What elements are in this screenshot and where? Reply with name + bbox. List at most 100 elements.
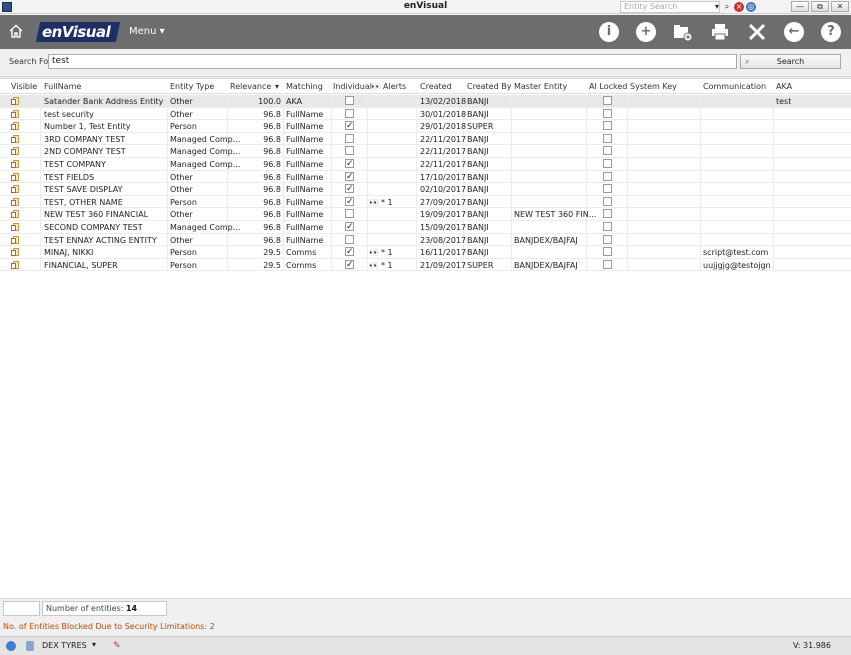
ai-locked-checkbox[interactable] bbox=[603, 159, 612, 168]
search-button[interactable]: ⌕ Search bbox=[740, 54, 841, 69]
col-system-key[interactable]: System Key bbox=[630, 82, 677, 91]
table-row[interactable]: Satander Bank Address Entity Other 100.0 AK… bbox=[0, 95, 851, 108]
entity-document-icon[interactable] bbox=[11, 172, 20, 182]
cell-created-by: BANJI bbox=[467, 160, 489, 169]
alert-eyes-icon[interactable]: 👀 bbox=[369, 247, 379, 258]
entity-document-icon[interactable] bbox=[11, 109, 20, 119]
ai-locked-checkbox[interactable] bbox=[603, 171, 612, 181]
individual-checkbox[interactable]: ✓ bbox=[345, 222, 354, 232]
col-fullname[interactable]: FullName bbox=[44, 82, 81, 91]
table-row[interactable]: test security Other 96.8 FullName 30/01/2018… bbox=[0, 107, 851, 121]
table-row[interactable]: TEST ENNAY ACTING ENTITY Other 96.8 FullNam… bbox=[0, 233, 851, 247]
column-divider bbox=[627, 221, 628, 233]
col-communication[interactable]: Communication bbox=[703, 82, 766, 91]
entity-document-icon[interactable] bbox=[11, 260, 20, 270]
print-icon[interactable] bbox=[710, 22, 730, 42]
ai-locked-checkbox[interactable] bbox=[603, 121, 612, 131]
info-icon[interactable]: i bbox=[599, 22, 619, 42]
ai-locked-checkbox[interactable] bbox=[603, 184, 612, 194]
table-row[interactable]: TEST FIELDS Other 96.8 FullName ✓ 17/10/2017 B… bbox=[0, 170, 851, 184]
alert-eyes-icon[interactable]: 👀 bbox=[369, 260, 379, 271]
alert-eyes-icon[interactable]: 👀 bbox=[369, 197, 379, 208]
individual-checkbox[interactable] bbox=[345, 234, 354, 244]
table-row[interactable]: FINANCIAL, SUPER Person 29.5 Comms ✓ 👀 * 1 21/0… bbox=[0, 258, 851, 272]
ai-locked-checkbox[interactable] bbox=[603, 146, 612, 156]
home-icon[interactable] bbox=[9, 24, 23, 38]
table-row[interactable]: 3RD COMPANY TEST Managed Comp... 96.8 FullN… bbox=[0, 132, 851, 146]
col-aka[interactable]: AKA bbox=[776, 82, 792, 91]
ai-locked-checkbox[interactable] bbox=[603, 196, 612, 206]
ai-locked-checkbox[interactable] bbox=[603, 259, 612, 269]
entity-search-dropdown-icon[interactable]: ▾ bbox=[714, 2, 720, 12]
table-row[interactable]: MINAJ, NIKKI Person 29.5 Comms ✓ 👀 * 1 16/11/20… bbox=[0, 246, 851, 259]
add-icon[interactable]: + bbox=[636, 22, 656, 42]
entity-document-icon[interactable] bbox=[11, 235, 20, 245]
menu-button[interactable]: Menu ▾ bbox=[129, 26, 165, 37]
entity-document-icon[interactable] bbox=[11, 134, 20, 144]
ai-locked-checkbox[interactable] bbox=[603, 96, 612, 105]
table-row[interactable]: 2ND COMPANY TEST Managed Comp... 96.8 FullN… bbox=[0, 145, 851, 158]
ai-locked-checkbox[interactable] bbox=[603, 222, 612, 231]
entity-document-icon[interactable] bbox=[11, 97, 20, 106]
individual-checkbox[interactable]: ✓ bbox=[345, 121, 354, 131]
ai-locked-checkbox[interactable] bbox=[603, 133, 612, 143]
minimize-button[interactable]: — bbox=[791, 1, 809, 12]
col-visible[interactable]: Visible bbox=[11, 82, 37, 91]
table-row[interactable]: SECOND COMPANY TEST Managed Comp... 96.8 Fu… bbox=[0, 221, 851, 234]
ai-locked-checkbox[interactable] bbox=[603, 209, 612, 219]
table-row[interactable]: TEST, OTHER NAME Person 96.8 FullName ✓ 👀 * 1 2… bbox=[0, 195, 851, 209]
ai-locked-checkbox[interactable] bbox=[603, 247, 612, 257]
add-folder-icon[interactable] bbox=[672, 22, 692, 42]
col-created[interactable]: Created bbox=[420, 82, 452, 91]
col-relevance[interactable]: Relevance bbox=[230, 82, 271, 91]
ai-locked-checkbox[interactable] bbox=[603, 108, 612, 118]
back-icon[interactable]: ← bbox=[784, 22, 804, 42]
individual-checkbox[interactable]: ✓ bbox=[345, 196, 354, 206]
col-individual[interactable]: Individual bbox=[333, 82, 372, 91]
entity-document-icon[interactable] bbox=[11, 185, 20, 194]
table-row[interactable]: TEST COMPANY Managed Comp... 96.8 FullName ✓… bbox=[0, 158, 851, 171]
edit-icon[interactable]: ✎ bbox=[113, 641, 123, 651]
col-created-by[interactable]: Created By bbox=[467, 82, 511, 91]
table-row[interactable]: Number 1, Test Entity Person 96.8 FullName ✓… bbox=[0, 120, 851, 133]
cell-fullname: 2ND COMPANY TEST bbox=[44, 147, 126, 157]
ai-locked-checkbox[interactable] bbox=[603, 234, 612, 244]
cancel-icon[interactable]: × bbox=[734, 2, 744, 12]
title-bar: enVisual Entity Search ▾ ⌕ × ◎ — ⧉ ✕ bbox=[0, 0, 851, 14]
individual-checkbox[interactable] bbox=[345, 108, 354, 118]
entity-document-icon[interactable] bbox=[11, 197, 20, 207]
individual-checkbox[interactable]: ✓ bbox=[345, 171, 354, 181]
entity-search-input[interactable]: Entity Search bbox=[620, 1, 720, 13]
entity-document-icon[interactable] bbox=[11, 147, 20, 156]
entity-document-icon[interactable] bbox=[11, 223, 20, 232]
individual-checkbox[interactable]: ✓ bbox=[345, 247, 354, 257]
individual-checkbox[interactable]: ✓ bbox=[345, 184, 354, 194]
restore-button[interactable]: ⧉ bbox=[811, 1, 829, 12]
company-dropdown-icon[interactable]: ▾ bbox=[92, 640, 96, 649]
individual-checkbox[interactable]: ✓ bbox=[345, 259, 354, 269]
col-matching[interactable]: Matching bbox=[286, 82, 323, 91]
entity-document-icon[interactable] bbox=[11, 248, 20, 257]
table-row[interactable]: NEW TEST 360 FINANCIAL Other 96.8 FullName 1… bbox=[0, 208, 851, 221]
col-ai-locked[interactable]: AI Locked bbox=[589, 82, 627, 91]
col-entity-type[interactable]: Entity Type bbox=[170, 82, 214, 91]
web-icon[interactable]: ◎ bbox=[746, 2, 756, 12]
help-icon[interactable]: ? bbox=[821, 22, 841, 42]
individual-checkbox[interactable] bbox=[345, 209, 354, 219]
individual-checkbox[interactable]: ✓ bbox=[345, 159, 354, 169]
entity-document-icon[interactable] bbox=[11, 160, 20, 169]
entity-document-icon[interactable] bbox=[11, 122, 20, 131]
col-alerts[interactable]: Alerts bbox=[383, 82, 406, 91]
globe-icon[interactable] bbox=[6, 641, 16, 651]
company-selector[interactable]: DEX TYRES bbox=[42, 641, 87, 650]
search-icon[interactable]: ⌕ bbox=[722, 2, 732, 12]
individual-checkbox[interactable] bbox=[345, 146, 354, 156]
close-button[interactable]: ✕ bbox=[831, 1, 849, 12]
search-input[interactable]: test bbox=[48, 54, 737, 69]
individual-checkbox[interactable] bbox=[345, 96, 354, 105]
entity-document-icon[interactable] bbox=[11, 210, 20, 219]
col-master-entity[interactable]: Master Entity bbox=[514, 82, 567, 91]
table-row[interactable]: TEST SAVE DISPLAY Other 96.8 FullName ✓ 02/10… bbox=[0, 183, 851, 196]
tools-icon[interactable] bbox=[747, 22, 767, 42]
individual-checkbox[interactable] bbox=[345, 133, 354, 143]
